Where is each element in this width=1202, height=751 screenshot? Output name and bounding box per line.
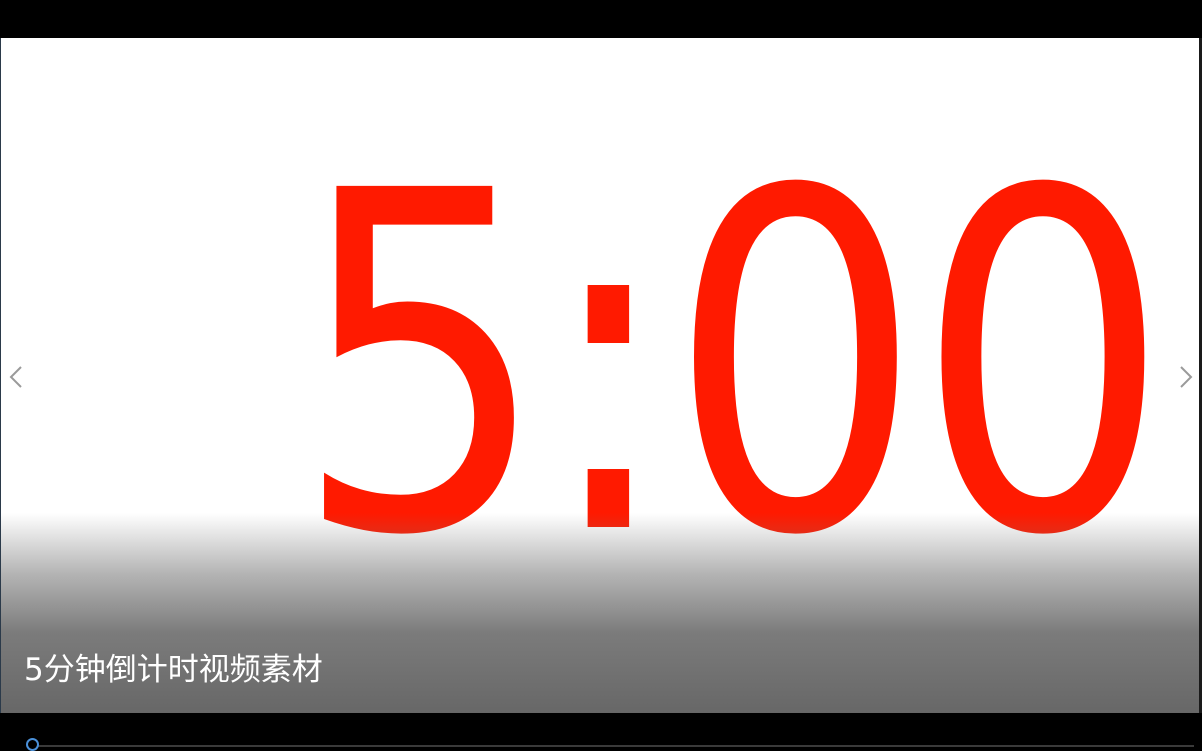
progress-knob[interactable] (26, 738, 39, 751)
progress-track[interactable] (34, 745, 1194, 747)
top-bar (0, 0, 1202, 38)
video-caption: 5分钟倒计时视频素材 (24, 652, 323, 688)
chevron-left-icon (9, 366, 22, 388)
chevron-right-icon (1180, 366, 1193, 388)
prev-button[interactable] (4, 355, 26, 399)
video-frame[interactable]: 5:00 5分钟倒计时视频素材 (1, 38, 1199, 713)
video-player[interactable]: 5:00 5分钟倒计时视频素材 (0, 0, 1202, 751)
control-bar (0, 713, 1202, 751)
next-button[interactable] (1176, 355, 1198, 399)
